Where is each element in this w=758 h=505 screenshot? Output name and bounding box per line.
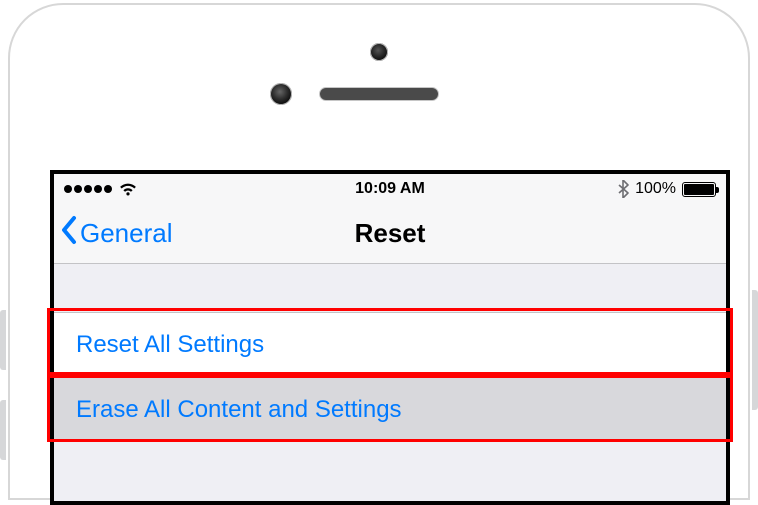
chevron-left-icon: [60, 215, 80, 252]
device-inner-frame: 10:09 AM 100%: [8, 3, 750, 500]
status-time: 10:09 AM: [281, 180, 498, 198]
navigation-bar: General Reset: [54, 204, 726, 264]
status-bar: 10:09 AM 100%: [54, 174, 726, 204]
section-spacer: [54, 264, 726, 312]
front-camera: [270, 83, 292, 105]
cell-label: Erase All Content and Settings: [76, 396, 402, 424]
volume-down-button: [0, 400, 6, 460]
device-frame: 10:09 AM 100%: [0, 0, 758, 502]
battery-icon: [682, 182, 716, 197]
power-button: [752, 290, 758, 410]
earpiece-speaker: [319, 87, 439, 101]
back-button-label: General: [80, 218, 173, 249]
battery-percent: 100%: [635, 180, 676, 198]
bluetooth-icon: [618, 180, 629, 198]
page-title: Reset: [355, 218, 426, 249]
screen: 10:09 AM 100%: [50, 170, 730, 505]
cell-label: Reset All Settings: [76, 331, 264, 359]
front-sensor: [370, 43, 388, 61]
volume-up-button: [0, 310, 6, 370]
reset-all-settings-cell[interactable]: Reset All Settings: [54, 312, 726, 377]
signal-strength-icon: [64, 185, 112, 193]
back-button[interactable]: General: [60, 204, 173, 263]
erase-all-content-cell[interactable]: Erase All Content and Settings: [54, 377, 726, 442]
wifi-icon: [118, 182, 138, 196]
